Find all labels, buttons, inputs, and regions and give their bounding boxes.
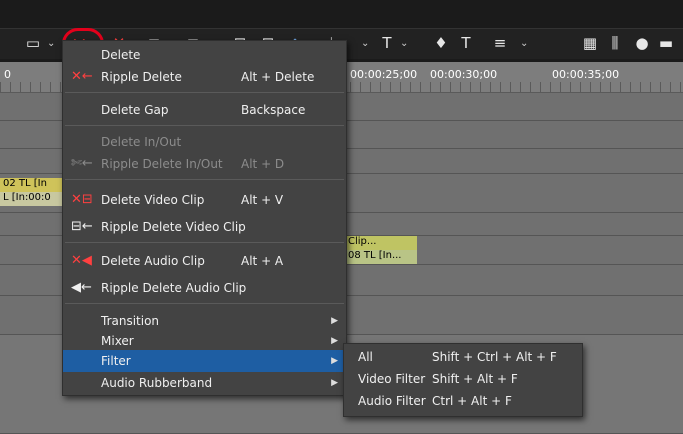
grid-icon[interactable]: ▦ <box>580 31 600 55</box>
menu-divider <box>65 92 344 93</box>
ripple-delete-audio-clip-icon: ◀← <box>71 280 92 295</box>
menu-item-delete-in-out: Delete In/Out <box>101 135 182 149</box>
window-icon[interactable]: ▬ <box>656 31 676 55</box>
timeline-clip[interactable]: 02 TL [In <box>0 178 62 192</box>
menu-item-ripple-delete-audio-clip[interactable]: ◀← Ripple Delete Audio Clip <box>63 277 346 299</box>
menu-item-ripple-delete-in-out: ✄← Ripple Delete In/Out Alt + D <box>71 156 285 171</box>
delete-context-menu: Delete ✕← Ripple Delete Alt + Delete Delet… <box>62 40 347 396</box>
chevron-down-icon[interactable]: ⌄ <box>361 34 371 54</box>
menu-item-delete-gap[interactable]: Delete Gap Backspace <box>63 99 346 121</box>
filter-submenu: All Shift + Ctrl + Alt + F Video Filter Sh… <box>343 343 583 417</box>
menu-divider <box>65 179 344 180</box>
submenu-item-audio-filter[interactable]: Audio Filter Ctrl + Alt + F <box>344 390 582 412</box>
timeline-clip[interactable]: L [In:00:0 <box>0 192 62 206</box>
chevron-down-icon[interactable]: ⌄ <box>400 34 410 54</box>
menu-item-ripple-delete[interactable]: ✕← Ripple Delete Alt + Delete <box>63 66 346 88</box>
clip-view-icon[interactable]: ▭ <box>22 31 44 55</box>
timeline-clip[interactable]: Clip... <box>345 236 417 250</box>
chevron-down-icon[interactable]: ⌄ <box>47 34 57 54</box>
menu-divider <box>65 125 344 126</box>
menu-item-audio-rubberband[interactable]: Audio Rubberband ▶ <box>63 372 346 394</box>
menu-item-ripple-delete-video-clip[interactable]: ⊟← Ripple Delete Video Clip <box>63 216 346 238</box>
menu-item-filter[interactable]: Filter ▶ <box>63 350 346 372</box>
ripple-delete-video-clip-icon: ⊟← <box>71 219 93 234</box>
menu-divider <box>65 242 344 243</box>
mixer-icon[interactable]: ≡ <box>490 31 510 55</box>
submenu-arrow-icon: ▶ <box>331 378 338 388</box>
ripple-delete-icon: ✕← <box>71 69 93 84</box>
submenu-arrow-icon: ▶ <box>331 316 338 326</box>
menu-item-delete-audio-clip[interactable]: ✕◀ Delete Audio Clip Alt + A <box>63 250 346 272</box>
title-text-icon[interactable]: T <box>456 31 476 55</box>
submenu-arrow-icon: ▶ <box>331 356 338 366</box>
submenu-item-all[interactable]: All Shift + Ctrl + Alt + F <box>344 346 582 368</box>
delete-video-clip-icon: ✕⊟ <box>71 192 93 207</box>
chevron-down-icon[interactable]: ⌄ <box>520 34 530 54</box>
submenu-item-video-filter[interactable]: Video Filter Shift + Alt + F <box>344 368 582 390</box>
record-icon[interactable]: ● <box>632 31 652 55</box>
ruler-timecode: 00:00:30;00 <box>430 68 498 81</box>
timeline-clip[interactable]: 08 TL [In... <box>345 250 417 264</box>
menu-divider <box>65 303 344 304</box>
menu-item-delete[interactable]: Delete <box>63 44 346 66</box>
menu-item-transition[interactable]: Transition ▶ <box>63 310 346 332</box>
submenu-arrow-icon: ▶ <box>331 336 338 346</box>
ruler-timecode: 00:00:25;00 <box>350 68 418 81</box>
ruler-start: 0 <box>4 68 11 81</box>
ruler-timecode: 00:00:35;00 <box>552 68 620 81</box>
voice-icon[interactable]: ♦ <box>432 31 450 55</box>
menu-item-mixer[interactable]: Mixer ▶ <box>63 330 346 352</box>
levels-icon[interactable]: ⫼ <box>605 31 625 55</box>
menu-item-delete-video-clip[interactable]: ✕⊟ Delete Video Clip Alt + V <box>63 189 346 211</box>
ripple-delete-in-out-icon: ✄← <box>71 156 93 171</box>
title-icon[interactable]: T <box>378 31 396 55</box>
delete-audio-clip-icon: ✕◀ <box>71 253 92 268</box>
